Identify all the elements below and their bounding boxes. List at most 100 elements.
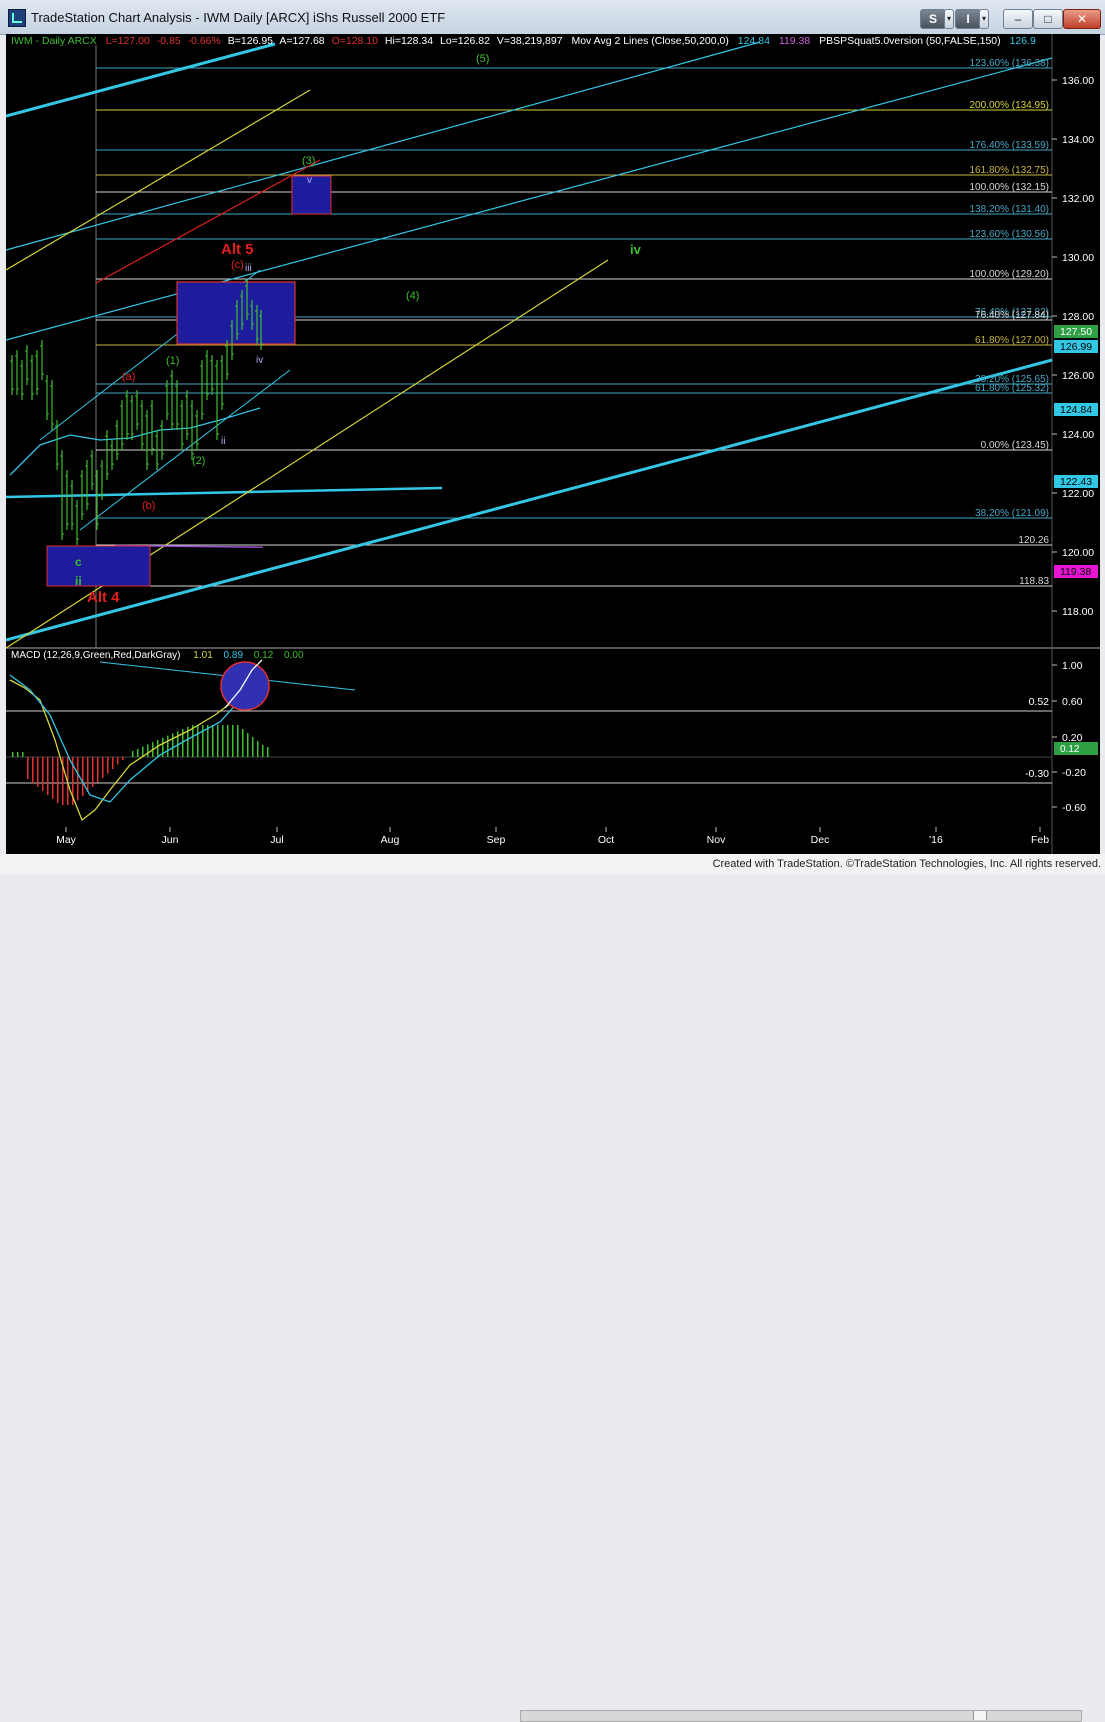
legend-ma1: 124.84 [738,35,770,47]
macd-zero-tag-text: 0.12 [1060,744,1080,755]
y-tick-label: 126.00 [1062,370,1094,382]
x-tick-label: Nov [707,834,726,846]
macd-level-label: 0.52 [1029,696,1050,708]
macd-hist-bar [197,725,199,757]
wave-label: (4) [406,290,419,302]
fibonacci-labels: 123.60% (136.38) 200.00% (134.95) 176.40% … [969,58,1049,587]
macd-legend: MACD (12,26,9,Green,Red,DarkGray) 1.01 0… [11,650,304,661]
wave-label: (2) [192,455,205,467]
wave-label: v [307,175,312,186]
price-tag-value: 126.99 [1060,341,1092,353]
tradestation-app-icon [8,9,26,27]
y-tick-label: 124.00 [1062,429,1094,441]
macd-hist-bar [267,747,269,757]
s-button[interactable]: S [920,9,946,29]
wave-label: Alt 5 [221,241,254,258]
fib-label: 0.00% (123.45) [981,440,1049,451]
macd-hist-bar [257,741,259,757]
macd-hist-bar [27,757,29,779]
legend-bid: B=126.95 [228,35,273,47]
fib-label: 118.83 [1019,576,1049,587]
macd-line [9,669,251,822]
maximize-button[interactable]: □ [1033,9,1063,29]
macd-tick-label: 0.60 [1062,696,1083,708]
macd-hist-bar [202,725,204,757]
close-button[interactable]: ✕ [1063,9,1101,29]
macd-tick-label: 1.00 [1062,660,1083,672]
i-dropdown-icon[interactable]: ▾ [979,9,989,29]
legend-pct: -0.66% [188,35,221,47]
channel-line-upper [6,41,761,251]
macd-hist-bar [157,740,159,757]
macd-hist-bar [42,757,44,791]
macd-diff-value: 0.12 [254,650,274,661]
y-tick-label: 136.00 [1062,75,1094,87]
i-button[interactable]: I [955,9,981,29]
legend-high: Hi=128.34 [385,35,433,47]
copyright-text: Created with TradeStation. ©TradeStation… [712,858,1101,870]
macd-hist-bar [12,752,14,757]
macd-histogram [12,725,269,805]
macd-tick-label: -0.60 [1062,802,1086,814]
macd-hist-bar [262,745,264,757]
macd-hist-bar [52,757,54,799]
y-tick-label: 118.00 [1062,606,1093,618]
price-chart[interactable]: (5) (3) v Alt 5(c) iii iv (4) iv (1) (a) ii (2) (b) c… [6,34,1100,854]
s-dropdown-icon[interactable]: ▾ [944,9,954,29]
macd-hist-bar [242,729,244,757]
x-tick-label: '16 [929,834,943,846]
macd-hist-bar [212,725,214,757]
macd-hist-bar [222,725,224,757]
price-tag-value: 124.84 [1060,404,1092,416]
x-tick-label: Jul [270,834,283,846]
macd-hist-bar [17,752,19,757]
alt5-target-box [176,281,296,345]
wave-label: (b) [142,500,155,512]
x-tick-label: Aug [381,834,400,846]
price-tag-value: 127.50 [1060,326,1092,338]
wave-label: Alt 4 [87,589,120,606]
legend-open: O=128.10 [332,35,379,47]
time-axis: May Jun Jul Aug Sep Oct Nov Dec '16 Feb [56,827,1049,846]
alt4-target-box [46,545,151,587]
x-tick-label: Feb [1031,834,1049,846]
macd-hist-bar [107,757,109,774]
wave-label: (a) [122,371,135,383]
chart-area[interactable]: (5) (3) v Alt 5 (c) iii iv (4) iv (1) (a) ii (2) (b) c… [6,34,1100,854]
yellow-trend-line-upper [6,89,311,271]
macd-hist-bar [77,757,79,801]
macd-hist-bar [92,757,94,787]
macd-panel: MACD (12,26,9,Green,Red,DarkGray) 1.01 0… [6,650,1098,822]
scrollbar-thumb[interactable] [973,1711,987,1720]
fib-label: 76.40% (127.84) [975,310,1049,321]
wave-label: (1) [166,355,179,367]
legend-volume: V=38,219,897 [497,35,563,47]
macd-tick-label: -0.20 [1062,767,1086,779]
macd-hist-bar [102,757,104,778]
macd-hist-bar [192,725,194,757]
macd-hist-bar [167,735,169,757]
macd-hist-bar [82,757,84,796]
y-tick-label: 128.00 [1062,311,1094,323]
macd-hist-bar [112,757,114,769]
x-tick-label: Dec [811,834,830,846]
minimize-button[interactable]: – [1003,9,1033,29]
legend-ma-name: Mov Avg 2 Lines (Close,50,200,0) [571,35,728,47]
macd-label: MACD (12,26,9,Green,Red,DarkGray) [11,650,181,661]
footer-bar: Created with TradeStation. ©TradeStation… [0,854,1105,1722]
macd-tags: 0.52 -0.30 [1025,696,1049,780]
y-tick-label: 134.00 [1062,134,1094,146]
macd-hist-bar [122,757,124,760]
fib-label: 38.20% (121.09) [975,508,1049,519]
price-tag-value: 122.43 [1060,476,1092,488]
legend-change: -0.85 [157,35,181,47]
wave-label: ii [75,574,82,588]
macd-hist-bar [252,737,254,757]
macd-value: 1.01 [193,650,213,661]
window-title: TradeStation Chart Analysis - IWM Daily … [31,10,446,25]
channel-line-mid [6,57,1053,341]
horizontal-scrollbar[interactable] [520,1710,1082,1722]
macd-hist-bar [227,725,229,757]
price-tag-value: 119.38 [1060,566,1091,578]
macd-hist-bar [47,757,49,795]
